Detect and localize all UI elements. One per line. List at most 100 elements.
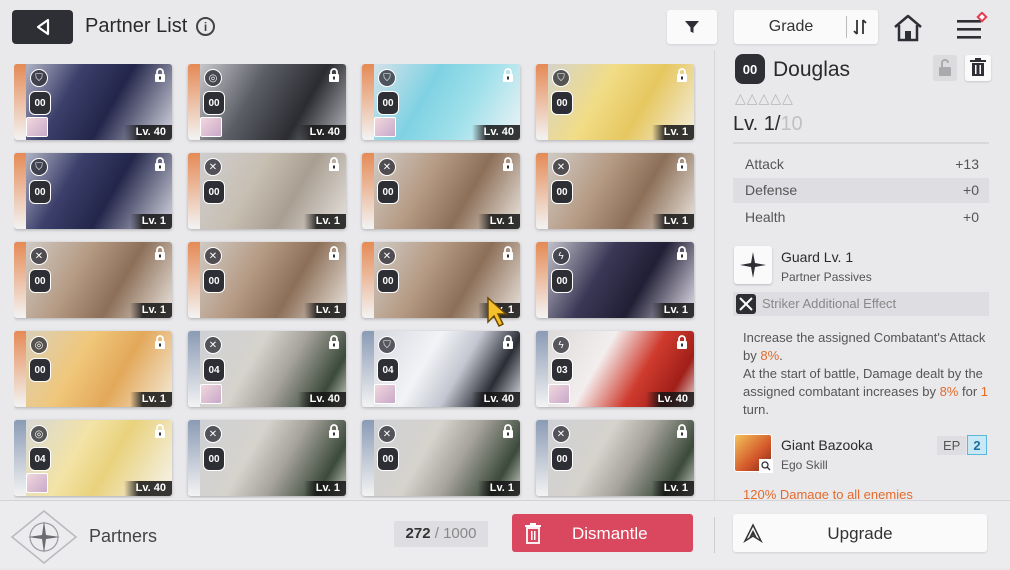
swords-class-icon: ✕	[378, 158, 396, 176]
lock-icon	[328, 68, 340, 82]
assigned-combatant-avatar	[548, 384, 570, 404]
level-label: Lv. 40	[297, 125, 346, 140]
partner-grid: ⛉ 00 Lv. 40 ◎ 00 Lv. 40 ⛉ 00 Lv. 40 ⛉ 00 Lv. 1 ⛉ 00 Lv…	[14, 64, 696, 498]
stat-row-attack: Attack +13	[733, 152, 989, 177]
bolt-class-icon: ϟ	[552, 336, 570, 354]
lock-icon	[328, 157, 340, 171]
partner-card[interactable]: ✕ 00 Lv. 1	[188, 153, 346, 229]
level-label: Lv. 1	[129, 392, 172, 407]
partner-card[interactable]: ✕ 00 Lv. 1	[14, 242, 172, 318]
dismantle-button[interactable]: Dismantle	[512, 514, 693, 552]
lock-icon	[676, 246, 688, 260]
ego-skill-icon[interactable]	[734, 434, 773, 473]
page-title: Partner List	[85, 15, 188, 37]
shield-class-icon: ⛉	[30, 69, 48, 87]
swords-class-icon: ✕	[552, 425, 570, 443]
lock-icon	[502, 424, 514, 438]
back-button[interactable]	[12, 10, 73, 44]
bottom-bar: Partners 272 / 1000 Dismantle Upgrade	[0, 500, 1010, 568]
level-label: Lv. 1	[303, 303, 346, 318]
desc-text: for	[958, 384, 981, 399]
partner-card[interactable]: ◎ 00 Lv. 40	[188, 64, 346, 140]
sort-order-icon[interactable]	[846, 16, 872, 38]
stat-label: Defense	[745, 182, 798, 198]
home-icon	[894, 14, 922, 42]
partner-card[interactable]: ✕ 04 Lv. 40	[188, 331, 346, 407]
lock-icon	[502, 68, 514, 82]
partner-card[interactable]: ⛉ 04 Lv. 40	[362, 331, 520, 407]
level-label: Lv. 40	[645, 392, 694, 407]
lock-button[interactable]	[933, 55, 957, 81]
rank-badge: 00	[29, 180, 51, 204]
partner-card[interactable]: ϟ 00 Lv. 1	[536, 242, 694, 318]
swords-class-icon: ✕	[378, 425, 396, 443]
partners-emblem-icon	[8, 509, 80, 565]
sort-label: Grade	[768, 18, 814, 35]
assigned-combatant-avatar	[26, 117, 48, 137]
bolt-class-icon: ϟ	[552, 247, 570, 265]
shield-class-icon: ⛉	[378, 336, 396, 354]
assigned-combatant-avatar	[200, 117, 222, 137]
rank-badge: 04	[29, 447, 51, 471]
partner-card[interactable]: ✕ 00 Lv. 1	[188, 242, 346, 318]
trash-button[interactable]	[965, 55, 991, 81]
back-arrow-icon	[36, 18, 49, 36]
rarity-strip	[362, 64, 374, 140]
level-label: Lv. 40	[471, 125, 520, 140]
passive-skill-icon[interactable]	[734, 246, 772, 284]
partner-card[interactable]: ⛉ 00 Lv. 1	[14, 153, 172, 229]
desc-highlight: 1	[980, 384, 988, 399]
lock-icon	[676, 335, 688, 349]
rank-badge: 00	[551, 91, 573, 115]
partner-detail-panel: 00 Douglas △△△△△ Lv. 1/10 Attack +13 Def…	[714, 50, 1010, 500]
striker-effect-row: Striker Additional Effect	[733, 292, 989, 316]
target-class-icon: ◎	[30, 336, 48, 354]
home-button[interactable]	[892, 12, 924, 44]
partner-card[interactable]: ✕ 00 Lv. 1	[536, 420, 694, 496]
info-icon[interactable]: i	[196, 17, 215, 36]
lock-icon	[154, 246, 166, 260]
sort-button[interactable]: Grade	[734, 10, 878, 44]
partner-card[interactable]: ✕ 00 Lv. 1	[188, 420, 346, 496]
menu-button[interactable]	[954, 11, 988, 42]
unlock-icon	[939, 59, 951, 76]
partner-card[interactable]: ⛉ 00 Lv. 1	[536, 64, 694, 140]
detail-level: Lv. 1/10	[733, 113, 803, 136]
detail-rank-badge: 00	[735, 54, 765, 84]
count-total: 1000	[443, 525, 477, 542]
lock-icon	[328, 246, 340, 260]
swords-class-icon: ✕	[204, 425, 222, 443]
shield-class-icon: ⛉	[552, 69, 570, 87]
lock-icon	[154, 424, 166, 438]
partner-card[interactable]: ⛉ 00 Lv. 40	[362, 64, 520, 140]
level-label: Lv. 1	[651, 125, 694, 140]
lock-icon	[502, 246, 514, 260]
swords-class-icon: ✕	[552, 158, 570, 176]
grade-stars: △△△△△	[735, 90, 794, 106]
partner-card[interactable]: ✕ 00 Lv. 1	[362, 420, 520, 496]
rank-badge: 00	[29, 91, 51, 115]
partner-card[interactable]: ✕ 00 Lv. 1	[362, 153, 520, 229]
level-label: Lv. 40	[123, 481, 172, 496]
partner-card[interactable]: ϟ 03 Lv. 40	[536, 331, 694, 407]
rarity-strip	[536, 420, 548, 496]
partner-card[interactable]: ✕ 00 Lv. 1	[536, 153, 694, 229]
rarity-strip	[188, 64, 200, 140]
rank-badge: 00	[377, 447, 399, 471]
desc-highlight: 8%	[760, 348, 780, 363]
desc-text: .	[779, 348, 783, 363]
upgrade-button[interactable]: Upgrade	[733, 514, 987, 552]
rarity-strip	[14, 64, 26, 140]
partner-card[interactable]: ◎ 00 Lv. 1	[14, 331, 172, 407]
rank-badge: 03	[551, 358, 573, 382]
level-label: Lv. 40	[123, 125, 172, 140]
partner-card[interactable]: ◎ 04 Lv. 40	[14, 420, 172, 496]
divider	[714, 517, 715, 553]
stat-row-health: Health +0	[733, 205, 989, 230]
striker-effect-label: Striker Additional Effect	[762, 296, 897, 311]
top-bar: Partner List i Grade	[0, 0, 1010, 54]
partner-card[interactable]: ⛉ 00 Lv. 40	[14, 64, 172, 140]
rank-badge: 00	[29, 358, 51, 382]
rarity-strip	[362, 242, 374, 318]
filter-button[interactable]	[667, 10, 717, 44]
